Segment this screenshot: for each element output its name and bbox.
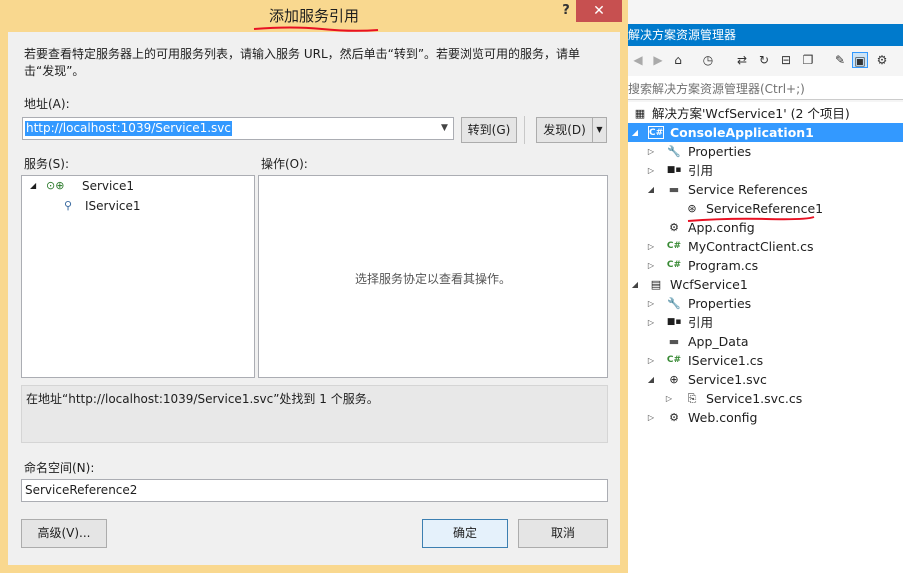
address-input[interactable]: http://localhost:1039/Service1.svc: [25, 121, 233, 136]
expanded-arrow-icon[interactable]: ◢: [30, 177, 36, 195]
collapsed-arrow-icon[interactable]: ▷: [646, 256, 656, 275]
collapsed-arrow-icon[interactable]: ▷: [646, 313, 656, 332]
csharp-file-icon: C#: [666, 355, 682, 365]
tree-item-wcfservice1[interactable]: ◢ ▤ WcfService1: [628, 275, 903, 294]
home-icon[interactable]: ⌂: [670, 52, 686, 68]
status-box: 在地址“http://localhost:1039/Service1.svc”处…: [21, 385, 608, 443]
go-button[interactable]: 转到(G): [461, 117, 517, 143]
refresh-icon[interactable]: ↻: [756, 52, 772, 68]
add-service-reference-dialog: 添加服务引用 ? ✕ 若要查看特定服务器上的可用服务列表，请输入服务 URL，然…: [0, 0, 628, 573]
solution-explorer-search[interactable]: 搜索解决方案资源管理器(Ctrl+;): [628, 76, 903, 100]
solution-explorer-title: 解决方案资源管理器: [628, 24, 903, 46]
back-icon[interactable]: ◀: [630, 52, 646, 68]
collapsed-arrow-icon[interactable]: ▷: [646, 408, 656, 427]
forward-icon[interactable]: ▶: [650, 52, 666, 68]
collapsed-arrow-icon[interactable]: ▷: [664, 389, 674, 408]
expanded-arrow-icon[interactable]: ◢: [646, 180, 656, 199]
references-icon: ■▪: [666, 317, 682, 327]
dialog-title-bar: 添加服务引用 ? ✕: [0, 0, 628, 32]
dropdown-arrow-icon[interactable]: ▼: [592, 118, 606, 142]
config-icon: ⚙: [669, 411, 679, 424]
search-placeholder: 搜索解决方案资源管理器(Ctrl+;): [628, 82, 805, 96]
service-globe-icon: ⊙⊕: [46, 179, 65, 192]
namespace-value: ServiceReference2: [25, 483, 138, 497]
tree-item-solution[interactable]: ▦ 解决方案'WcfService1' (2 个项目): [628, 104, 903, 123]
references-icon: ■▪: [666, 165, 682, 175]
solution-icon: ▦: [634, 107, 646, 120]
tree-item-label: Service1: [82, 179, 134, 193]
svc-icon: ⊕: [669, 373, 679, 386]
tree-item-label: IService1: [85, 199, 141, 213]
solution-explorer-toolbar: ◀ ▶ ⌂ ◷ ⇄ ↻ ⊟ ❐ ✎ ▣ ⚙: [628, 48, 903, 74]
operations-label: 操作(O):: [261, 157, 308, 171]
csharp-file-icon: ⎘: [687, 392, 697, 405]
expanded-arrow-icon[interactable]: ◢: [630, 275, 640, 294]
tree-item-service1-svc-cs[interactable]: ▷ ⎘ Service1.svc.cs: [628, 389, 903, 408]
collapse-icon[interactable]: ⊟: [778, 52, 794, 68]
status-message: 在地址“http://localhost:1039/Service1.svc”处…: [26, 392, 379, 406]
interface-contract-icon: ⚲: [64, 199, 73, 212]
namespace-label: 命名空间(N):: [24, 461, 95, 475]
advanced-button[interactable]: 高级(V)...: [21, 519, 107, 548]
tree-item-references[interactable]: ▷ ■▪ 引用: [628, 161, 903, 180]
csharp-project-icon: C#: [648, 126, 664, 139]
wrench-icon: 🔧: [667, 297, 681, 310]
folder-icon: ▬: [668, 335, 680, 348]
collapsed-arrow-icon[interactable]: ▷: [646, 237, 656, 256]
copy-icon[interactable]: ❐: [800, 52, 816, 68]
tree-item-properties[interactable]: ▷ 🔧 Properties: [628, 142, 903, 161]
operations-hint: 选择服务协定以查看其操作。: [354, 272, 511, 286]
services-label: 服务(S):: [24, 157, 70, 171]
operations-panel: 选择服务协定以查看其操作。: [258, 175, 608, 378]
toolbar-divider: [524, 116, 525, 144]
properties-icon[interactable]: ✎: [832, 52, 848, 68]
cancel-button[interactable]: 取消: [518, 519, 608, 548]
instruction-text: 若要查看特定服务器上的可用服务列表，请输入服务 URL，然后单击“转到”。若要浏…: [24, 47, 581, 78]
folder-icon: ▬: [668, 183, 680, 196]
address-label: 地址(A):: [24, 97, 70, 111]
solution-explorer-empty-area: [628, 442, 903, 573]
csharp-file-icon: C#: [666, 260, 682, 270]
tree-item-references[interactable]: ▷ ■▪ 引用: [628, 313, 903, 332]
services-tree[interactable]: ◢ ⊙⊕ Service1 ⚲ IService1: [21, 175, 255, 378]
chevron-down-icon[interactable]: ▼: [436, 118, 453, 139]
ok-button[interactable]: 确定: [422, 519, 508, 548]
tree-item-app-data[interactable]: ▬ App_Data: [628, 332, 903, 351]
web-project-icon: ▤: [650, 278, 662, 291]
wrench-icon: 🔧: [667, 145, 681, 158]
tree-item-program-cs[interactable]: ▷ C# Program.cs: [628, 256, 903, 275]
expanded-arrow-icon[interactable]: ◢: [646, 370, 656, 389]
history-icon[interactable]: ◷: [700, 52, 716, 68]
tree-item-service1-svc[interactable]: ◢ ⊕ Service1.svc: [628, 370, 903, 389]
dialog-body: 若要查看特定服务器上的可用服务列表，请输入服务 URL，然后单击“转到”。若要浏…: [8, 32, 620, 565]
sync-icon[interactable]: ⇄: [734, 52, 750, 68]
namespace-input[interactable]: ServiceReference2: [21, 479, 608, 502]
tree-item-service-references[interactable]: ◢ ▬ Service References: [628, 180, 903, 199]
preview-icon[interactable]: ⚙: [874, 52, 890, 68]
show-all-icon[interactable]: ▣: [852, 52, 868, 68]
tree-item-app-config[interactable]: ⚙ App.config: [628, 218, 903, 237]
tree-item-consoleapplication1[interactable]: ◢ C# ConsoleApplication1: [628, 123, 903, 142]
collapsed-arrow-icon[interactable]: ▷: [646, 142, 656, 161]
collapsed-arrow-icon[interactable]: ▷: [646, 161, 656, 180]
tree-item-web-config[interactable]: ▷ ⚙ Web.config: [628, 408, 903, 427]
tree-item-properties[interactable]: ▷ 🔧 Properties: [628, 294, 903, 313]
close-button[interactable]: ✕: [576, 0, 622, 22]
help-button[interactable]: ?: [555, 0, 577, 22]
config-icon: ⚙: [669, 221, 679, 234]
dialog-title: 添加服务引用: [268, 7, 359, 25]
address-combobox[interactable]: http://localhost:1039/Service1.svc ▼: [22, 117, 454, 140]
solution-explorer-panel: 解决方案资源管理器 ◀ ▶ ⌂ ◷ ⇄ ↻ ⊟ ❐ ✎ ▣ ⚙ 搜索解决方案资源…: [628, 0, 903, 573]
collapsed-arrow-icon[interactable]: ▷: [646, 351, 656, 370]
solution-tree[interactable]: ▦ 解决方案'WcfService1' (2 个项目) ◢ C# Console…: [628, 102, 903, 442]
expanded-arrow-icon[interactable]: ◢: [630, 123, 640, 142]
csharp-file-icon: C#: [666, 241, 682, 251]
discover-button[interactable]: 发现(D): [537, 118, 592, 142]
tree-item-iservice1-cs[interactable]: ▷ C# IService1.cs: [628, 351, 903, 370]
tree-item-mycontractclient[interactable]: ▷ C# MyContractClient.cs: [628, 237, 903, 256]
discover-split-button[interactable]: 发现(D) ▼: [536, 117, 607, 143]
collapsed-arrow-icon[interactable]: ▷: [646, 294, 656, 313]
